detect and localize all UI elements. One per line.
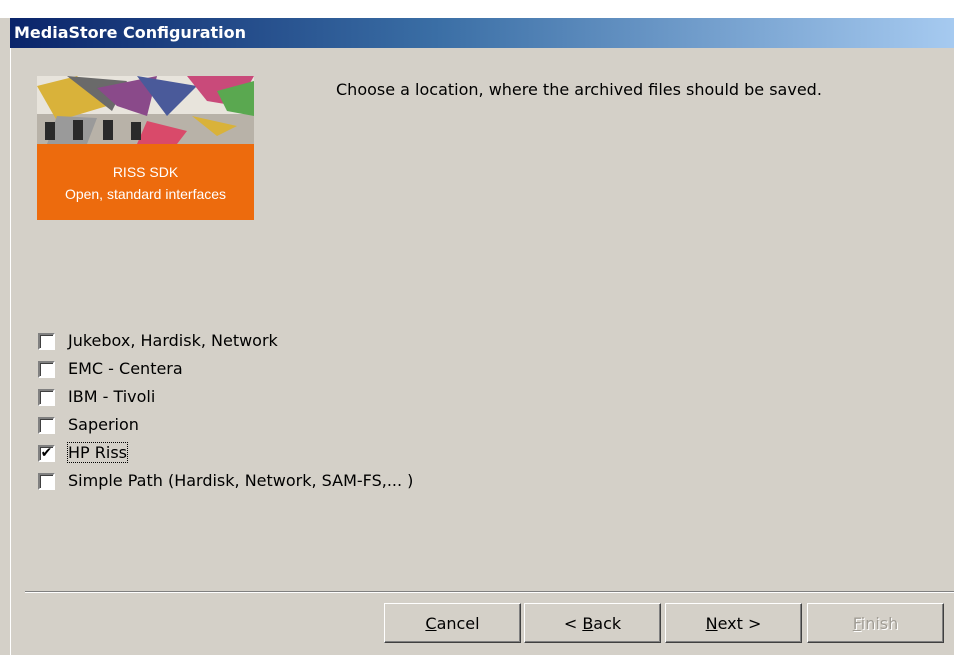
- checkbox[interactable]: [38, 417, 55, 434]
- mnemonic: F: [852, 613, 861, 633]
- logo-artwork-icon: [37, 76, 254, 144]
- button-label: ext >: [717, 613, 762, 633]
- checkbox[interactable]: ✔: [38, 445, 55, 462]
- checkbox[interactable]: [38, 333, 55, 350]
- instruction-text: Choose a location, where the archived fi…: [336, 80, 822, 99]
- option-label[interactable]: IBM - Tivoli: [68, 387, 155, 406]
- cancel-button[interactable]: Cancel: [384, 603, 521, 643]
- separator: [25, 591, 954, 593]
- option-label[interactable]: EMC - Centera: [68, 359, 183, 378]
- button-label: inish: [860, 613, 899, 633]
- riss-sdk-logo: RISS SDK Open, standard interfaces: [37, 76, 254, 220]
- back-button[interactable]: < Back: [524, 603, 661, 643]
- finish-button[interactable]: Finish: [807, 603, 944, 643]
- option-label[interactable]: HP Riss: [67, 442, 128, 463]
- mnemonic: N: [705, 613, 718, 633]
- option-label[interactable]: Jukebox, Hardisk, Network: [68, 331, 278, 350]
- window-title: MediaStore Configuration: [14, 23, 247, 42]
- title-bar: MediaStore Configuration: [10, 18, 954, 48]
- checkbox[interactable]: [38, 473, 55, 490]
- button-prefix: <: [563, 613, 583, 633]
- next-button[interactable]: Next >: [665, 603, 802, 643]
- logo-caption: RISS SDK Open, standard interfaces: [37, 144, 254, 220]
- mnemonic: C: [425, 613, 437, 633]
- logo-line-1: RISS SDK: [112, 164, 179, 180]
- checkmark-icon: ✔: [40, 445, 53, 461]
- option-label[interactable]: Saperion: [68, 415, 139, 434]
- background-window-strip: [0, 0, 954, 18]
- button-label: ancel: [436, 613, 480, 633]
- option-label[interactable]: Simple Path (Hardisk, Network, SAM-FS,..…: [68, 471, 413, 490]
- checkbox[interactable]: [38, 389, 55, 406]
- mnemonic: B: [582, 613, 594, 633]
- button-label: ack: [593, 613, 622, 633]
- logo-line-2: Open, standard interfaces: [64, 186, 227, 202]
- checkbox[interactable]: [38, 361, 55, 378]
